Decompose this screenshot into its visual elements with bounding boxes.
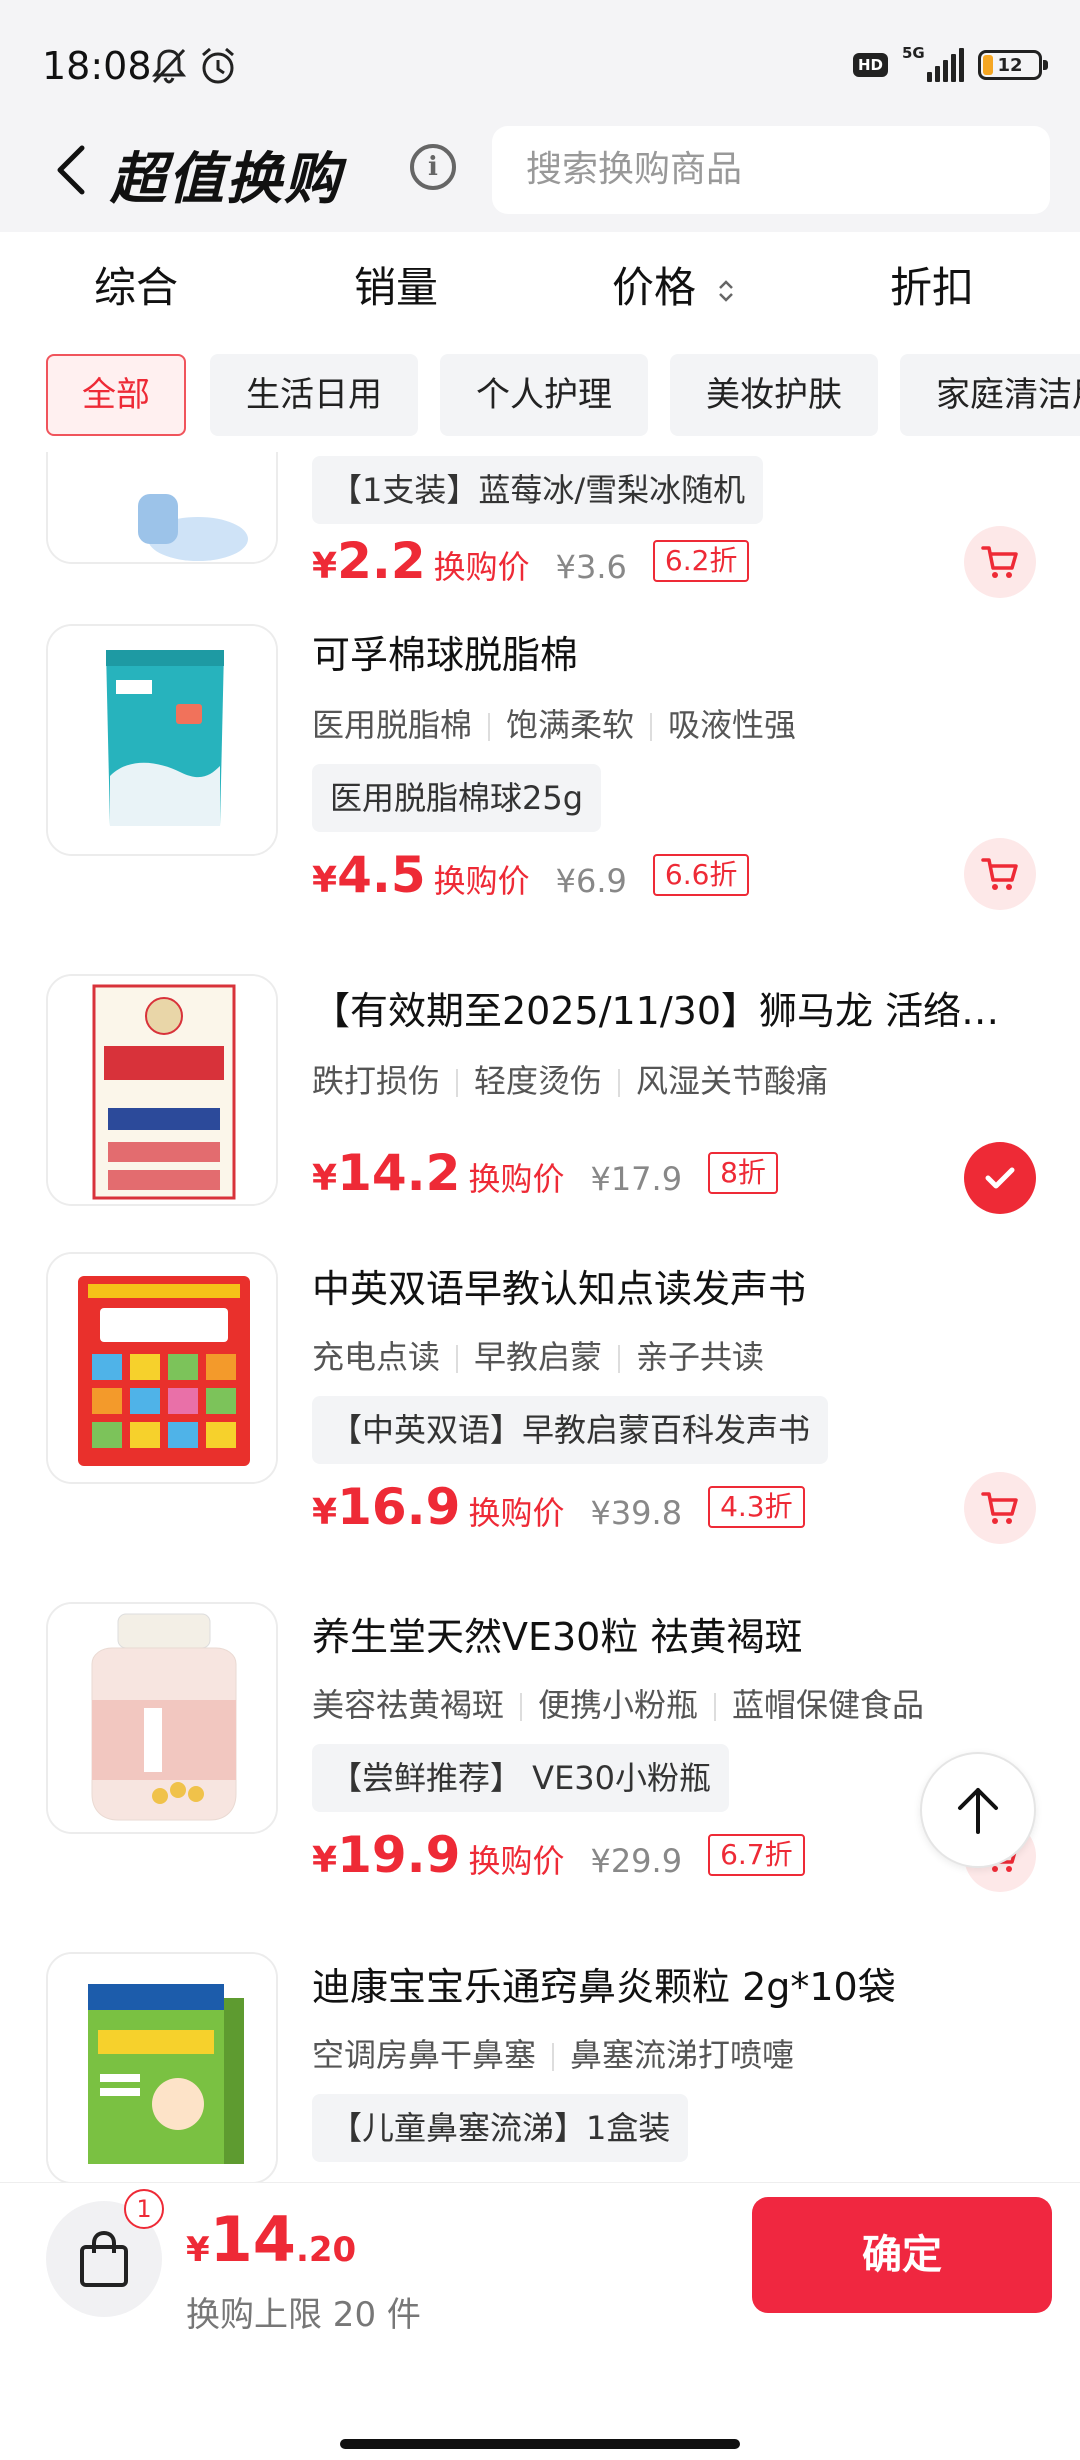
chip-daily-use[interactable]: 生活日用	[210, 354, 418, 436]
status-time: 18:08	[42, 44, 152, 88]
discount-badge: 6.7折	[708, 1834, 805, 1876]
list-item[interactable]: 可孚棉球脱脂棉 医用脱脂棉 饱满柔软 吸液性强 医用脱脂棉球25g ¥4.5 换购价 ¥…	[0, 624, 1080, 944]
product-image	[46, 1602, 278, 1834]
status-bar: 18:08 HD 5G 12	[0, 0, 1080, 130]
product-tags: 医用脱脂棉 饱满柔软 吸液性强	[312, 706, 797, 744]
product-name: 迪康宝宝乐通窍鼻炎颗粒 2g*10袋	[312, 1965, 896, 2009]
product-image	[46, 974, 278, 1206]
sort-tab-price[interactable]: 价格	[612, 254, 735, 315]
add-to-cart-button[interactable]	[964, 526, 1036, 598]
price-row: ¥4.5 换购价 ¥6.9 6.6折	[312, 846, 750, 904]
hd-badge: HD	[852, 53, 888, 77]
product-tags: 空调房鼻干鼻塞 鼻塞流涕打喷嚏	[312, 2036, 795, 2074]
scroll-to-top-button[interactable]	[920, 1752, 1036, 1868]
status-right: HD 5G 12	[852, 44, 1048, 82]
product-name: 养生堂天然VE30粒 祛黄褐斑	[312, 1615, 803, 1659]
check-icon	[985, 1167, 1015, 1189]
cart-count-badge: 1	[124, 2189, 164, 2229]
chip-beauty[interactable]: 美妆护肤	[670, 354, 878, 436]
bell-muted-icon	[151, 48, 187, 84]
discount-badge: 4.3折	[708, 1486, 805, 1528]
product-spec: 【1支装】蓝莓冰/雪梨冰随机	[312, 456, 764, 524]
bottom-bar: 1 ¥14.20 换购上限 20 件 确定	[0, 2182, 1080, 2460]
info-icon[interactable]: i	[410, 144, 456, 190]
list-item[interactable]: 中英双语早教认知点读发声书 充电点读 早教启蒙 亲子共读 【中英双语】早教启蒙百科发…	[0, 1252, 1080, 1572]
top-area: 18:08 HD 5G 12 超值换购 i 搜索换购商品	[0, 0, 1080, 232]
category-chips: 全部 生活日用 个人护理 美妆护肤 家庭清洁用	[0, 342, 1080, 452]
product-name: 中英双语早教认知点读发声书	[312, 1267, 807, 1311]
sort-bar: 综合 销量 价格 折扣	[0, 232, 1080, 342]
discount-badge: 8折	[708, 1152, 778, 1194]
list-item[interactable]: 【1支装】蓝莓冰/雪梨冰随机 ¥2.2 换购价 ¥3.6 6.2折	[0, 452, 1080, 598]
signal-icon: 5G	[902, 44, 964, 82]
product-spec: 【儿童鼻塞流涕】1盒装	[312, 2094, 689, 2162]
sort-tab-sales[interactable]: 销量	[354, 254, 438, 315]
chip-home-cleaning[interactable]: 家庭清洁用	[900, 354, 1080, 436]
page-title: 超值换购	[110, 147, 342, 212]
product-image	[46, 1252, 278, 1484]
sort-tab-overall[interactable]: 综合	[94, 254, 178, 315]
product-image	[46, 452, 278, 564]
add-to-cart-button[interactable]	[964, 838, 1036, 910]
price-row: ¥19.9 换购价 ¥29.9 6.7折	[312, 1826, 805, 1884]
sort-tab-discount[interactable]: 折扣	[890, 254, 974, 315]
home-indicator[interactable]	[340, 2439, 740, 2449]
discount-badge: 6.6折	[652, 854, 750, 896]
discount-badge: 6.2折	[652, 540, 750, 582]
confirm-button[interactable]: 确定	[752, 2197, 1052, 2313]
chip-all[interactable]: 全部	[46, 354, 186, 436]
list-item[interactable]: 迪康宝宝乐通窍鼻炎颗粒 2g*10袋 空调房鼻干鼻塞 鼻塞流涕打喷嚏 【儿童鼻塞流…	[0, 1952, 1080, 2182]
price-row: ¥16.9 换购价 ¥39.8 4.3折	[312, 1478, 805, 1536]
product-spec: 【中英双语】早教启蒙百科发声书	[312, 1396, 829, 1464]
list-item[interactable]: 【有效期至2025/11/30】狮马龙 活络… 跌打损伤 轻度烫伤 风湿关节酸痛 ¥…	[0, 974, 1080, 1224]
selected-check-button[interactable]	[964, 1142, 1036, 1214]
product-spec: 【尝鲜推荐】 VE30小粉瓶	[312, 1744, 730, 1812]
shopping-bag-icon	[80, 2230, 128, 2287]
alarm-icon	[202, 47, 234, 84]
limit-text: 换购上限 20 件	[186, 2295, 421, 2335]
arrow-up-icon	[958, 1788, 998, 1834]
product-image	[46, 1952, 278, 2182]
product-name: 【有效期至2025/11/30】狮马龙 活络…	[312, 989, 1000, 1033]
product-list: 【1支装】蓝莓冰/雪梨冰随机 ¥2.2 换购价 ¥3.6 6.2折 可孚棉球脱脂棉	[0, 452, 1080, 2182]
list-item[interactable]: 养生堂天然VE30粒 祛黄褐斑 美容祛黄褐斑 便携小粉瓶 蓝帽保健食品 【尝鲜推荐】…	[0, 1602, 1080, 1922]
product-tags: 跌打损伤 轻度烫伤 风湿关节酸痛	[312, 1062, 829, 1100]
total-price: ¥14.20	[186, 2203, 357, 2276]
cart-icon	[981, 858, 1018, 890]
sort-caret-icon	[719, 279, 734, 302]
search-input[interactable]: 搜索换购商品	[492, 126, 1050, 214]
add-to-cart-button[interactable]	[964, 1472, 1036, 1544]
price-row: ¥14.2 换购价 ¥17.9 8折	[312, 1144, 778, 1202]
product-image	[46, 624, 278, 856]
product-tags: 美容祛黄褐斑 便携小粉瓶 蓝帽保健食品	[312, 1686, 925, 1724]
cart-icon	[981, 546, 1018, 578]
back-arrow-icon[interactable]	[48, 142, 98, 198]
product-tags: 充电点读 早教启蒙 亲子共读	[312, 1338, 765, 1376]
product-spec: 医用脱脂棉球25g	[312, 764, 602, 832]
price-row: ¥2.2 换购价 ¥3.6 6.2折	[312, 532, 750, 590]
battery-icon: 12	[978, 50, 1048, 80]
chip-personal-care[interactable]: 个人护理	[440, 354, 648, 436]
product-name: 可孚棉球脱脂棉	[312, 633, 579, 677]
page-header: 超值换购 i 搜索换购商品	[0, 120, 1080, 220]
cart-icon	[981, 1492, 1018, 1524]
